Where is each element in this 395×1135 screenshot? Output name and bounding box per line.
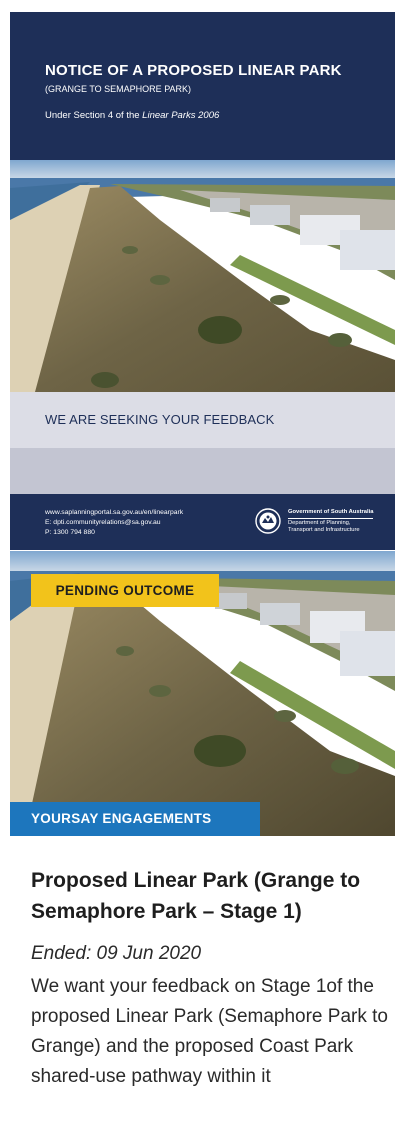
notice-footer: www.saplanningportal.sa.gov.au/en/linear…: [10, 494, 395, 550]
government-crest-icon: [255, 508, 281, 534]
category-badge[interactable]: YOURSAY ENGAGEMENTS: [10, 802, 260, 836]
notice-section-reference: Under Section 4 of the Linear Parks 2006: [45, 110, 219, 121]
government-logo-text: Government of South Australia Department…: [288, 509, 374, 535]
contact-phone: P: 1300 794 880: [45, 529, 95, 536]
notice-header: NOTICE OF A PROPOSED LINEAR PARK (GRANGE…: [10, 12, 395, 160]
coastline-photo: [10, 160, 395, 392]
engagement-card[interactable]: PENDING OUTCOME YOURSAY ENGAGEMENTS Prop…: [10, 551, 395, 1135]
engagement-end-date: Ended: 09 Jun 2020: [31, 943, 202, 964]
government-name: Government of South Australia: [288, 509, 374, 519]
contact-details: www.saplanningportal.sa.gov.au/en/linear…: [45, 508, 183, 538]
section-prefix: Under Section 4 of the: [45, 110, 143, 121]
notice-subtitle: (GRANGE TO SEMAPHORE PARK): [45, 84, 192, 94]
section-act: Linear Parks 2006: [142, 110, 220, 121]
department-line-1: Department of Planning,: [288, 519, 351, 526]
status-badge: PENDING OUTCOME: [31, 574, 219, 607]
engagement-description: We want your feedback on Stage 1of the p…: [31, 976, 388, 1087]
contact-website: www.saplanningportal.sa.gov.au/en/linear…: [45, 509, 184, 516]
notice-title: NOTICE OF A PROPOSED LINEAR PARK: [45, 62, 342, 79]
contact-email: E: dpti.communityrelations@sa.gov.au: [45, 519, 161, 526]
department-line-2: Transport and Infrastructure: [288, 527, 360, 534]
notice-poster: NOTICE OF A PROPOSED LINEAR PARK (GRANGE…: [10, 12, 395, 550]
feedback-heading: WE ARE SEEKING YOUR FEEDBACK: [45, 412, 275, 427]
engagement-title[interactable]: Proposed Linear Park (Grange to Semaphor…: [31, 865, 381, 927]
notice-spacer-band: [10, 448, 395, 494]
feedback-band: WE ARE SEEKING YOUR FEEDBACK: [10, 392, 395, 448]
